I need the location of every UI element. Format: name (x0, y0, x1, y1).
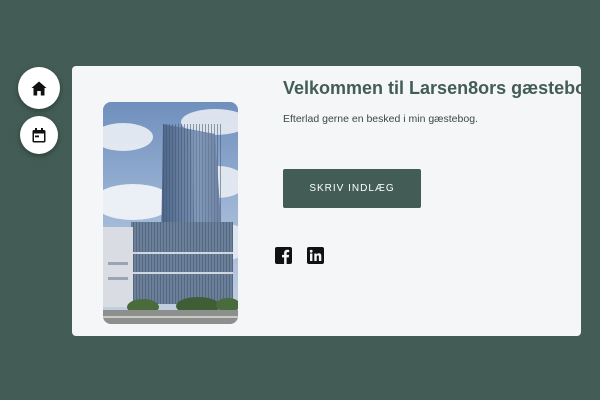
linkedin-icon (307, 247, 324, 264)
write-entry-button[interactable]: SKRIV INDLÆG (283, 169, 421, 208)
office-tower-photo (103, 102, 238, 324)
calendar-button[interactable] (20, 116, 58, 154)
page-title: Velkommen til Larsen8ors gæstebog (283, 78, 598, 98)
home-icon (31, 81, 47, 95)
linkedin-link[interactable] (307, 247, 324, 264)
page-subtitle: Efterlad gerne en besked i min gæstebog. (283, 113, 478, 125)
calendar-icon (32, 127, 46, 142)
home-button[interactable] (18, 67, 60, 109)
facebook-link[interactable] (275, 247, 292, 264)
facebook-icon (275, 247, 292, 264)
guestbook-card: Velkommen til Larsen8ors gæstebog Efterl… (72, 66, 597, 336)
